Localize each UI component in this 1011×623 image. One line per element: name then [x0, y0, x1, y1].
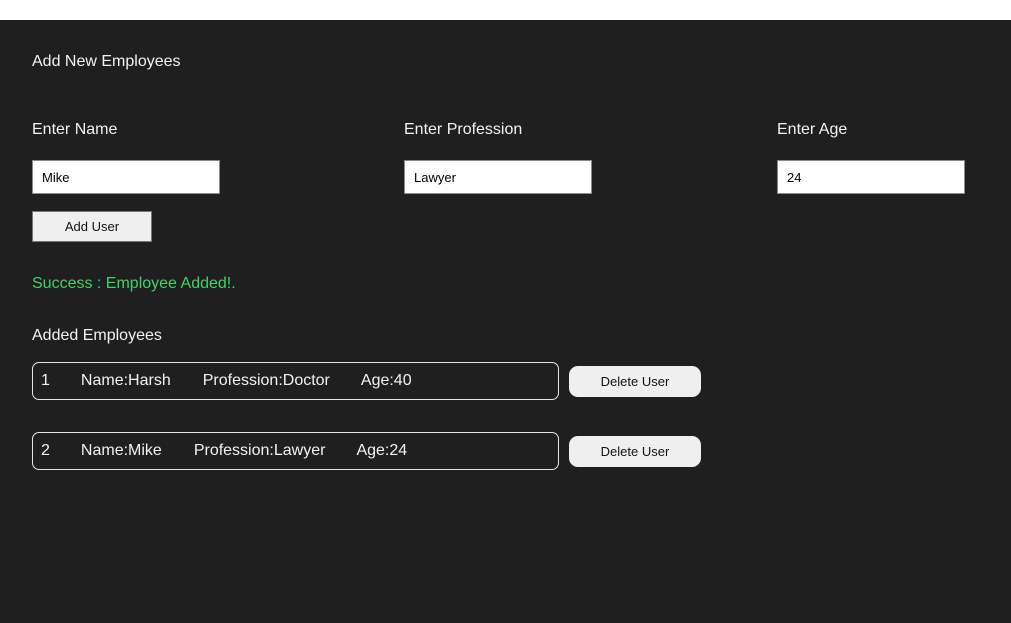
employee-name: Name:Mike [80, 442, 162, 459]
employee-row: 1 Name:Harsh Profession:Doctor Age:40 De… [32, 362, 702, 400]
delete-user-button[interactable]: Delete User [569, 436, 701, 467]
profession-input[interactable] [404, 160, 592, 194]
employee-index: 1 [41, 372, 50, 389]
name-label: Enter Name [32, 121, 118, 138]
employee-profession: Profession:Doctor [202, 372, 330, 389]
success-message: Success : Employee Added!. [32, 275, 236, 292]
employees-list-title: Added Employees [32, 327, 162, 344]
employee-row: 2 Name:Mike Profession:Lawyer Age:24 Del… [32, 432, 702, 470]
employee-index: 2 [41, 442, 50, 459]
name-input[interactable] [32, 160, 220, 194]
employee-age: Age:40 [360, 372, 412, 389]
age-label: Enter Age [777, 121, 848, 138]
top-strip [0, 0, 1011, 20]
employee-age: Age:24 [356, 442, 408, 459]
employee-app: Add New Employees Enter Name Enter Profe… [0, 20, 1011, 623]
employee-profession: Profession:Lawyer [193, 442, 326, 459]
page-title: Add New Employees [32, 53, 181, 70]
employee-card: 1 Name:Harsh Profession:Doctor Age:40 [32, 362, 559, 400]
age-input[interactable] [777, 160, 965, 194]
employee-card: 2 Name:Mike Profession:Lawyer Age:24 [32, 432, 559, 470]
delete-user-button[interactable]: Delete User [569, 366, 701, 397]
employee-name: Name:Harsh [80, 372, 171, 389]
add-user-button[interactable]: Add User [32, 211, 152, 242]
profession-label: Enter Profession [404, 121, 523, 138]
